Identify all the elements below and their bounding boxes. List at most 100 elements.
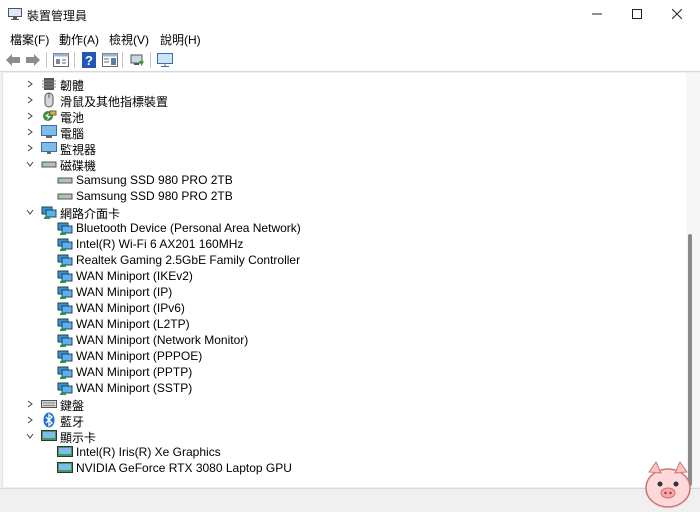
tree-item-label: Intel(R) Iris(R) Xe Graphics <box>76 445 221 459</box>
window-title: 裝置管理員 <box>27 9 88 23</box>
tree-item-label: Bluetooth Device (Personal Area Network) <box>76 221 301 235</box>
display-adapter-icon <box>57 446 73 457</box>
tree-item-label: WAN Miniport (PPPOE) <box>76 349 203 363</box>
title-bar: 裝置管理員 <box>0 0 700 28</box>
battery-icon <box>43 110 57 121</box>
menu-help[interactable]: 說明(H) <box>160 31 201 48</box>
update-driver-button[interactable] <box>128 51 146 69</box>
properties-button[interactable] <box>52 51 70 69</box>
tree-item-network-device[interactable]: WAN Miniport (PPPOE) <box>3 348 683 364</box>
properties-icon <box>53 53 69 67</box>
tree-item-network-device[interactable]: Intel(R) Wi-Fi 6 AX201 160MHz <box>3 236 683 252</box>
maximize-icon <box>632 9 642 19</box>
forward-button[interactable] <box>24 51 42 69</box>
tree-item-network-device[interactable]: WAN Miniport (PPTP) <box>3 364 683 380</box>
tree-item-disk[interactable]: Samsung SSD 980 PRO 2TB <box>3 188 683 204</box>
forward-arrow-icon <box>26 54 40 66</box>
tree-item-network-device[interactable]: WAN Miniport (L2TP) <box>3 316 683 332</box>
network-adapter-icon <box>41 206 57 219</box>
tree-item-batteries[interactable]: 電池 <box>3 108 683 125</box>
menu-bar: 檔案(F) 動作(A) 檢視(V) 說明(H) <box>0 28 700 48</box>
network-adapter-icon <box>57 350 73 363</box>
tree-item-monitors[interactable]: 監視器 <box>3 140 683 157</box>
tree-item-network-device[interactable]: WAN Miniport (IPv6) <box>3 300 683 316</box>
network-adapter-icon <box>57 302 73 315</box>
update-driver-icon <box>130 54 144 66</box>
tree-item-network-device[interactable]: WAN Miniport (Network Monitor) <box>3 332 683 348</box>
menu-file[interactable]: 檔案(F) <box>10 31 49 48</box>
menu-view[interactable]: 檢視(V) <box>109 31 149 48</box>
expand-chevron-icon[interactable] <box>25 142 35 154</box>
toolbar-separator <box>74 52 75 68</box>
tree-item-label: NVIDIA GeForce RTX 3080 Laptop GPU <box>76 461 292 475</box>
tree-item-network-device[interactable]: Realtek Gaming 2.5GbE Family Controller <box>3 252 683 268</box>
tree-item-disk[interactable]: Samsung SSD 980 PRO 2TB <box>3 172 683 188</box>
network-adapter-icon <box>57 334 73 347</box>
tree-item-network-device[interactable]: WAN Miniport (SSTP) <box>3 380 683 396</box>
expand-chevron-icon[interactable] <box>25 414 35 426</box>
network-adapter-icon <box>57 222 73 235</box>
computer-icon <box>41 125 57 138</box>
expand-chevron-icon[interactable] <box>25 126 35 138</box>
expand-chevron-icon[interactable] <box>25 94 35 106</box>
status-bar <box>0 488 700 512</box>
minimize-icon <box>592 13 602 15</box>
help-button[interactable]: ? <box>80 51 98 69</box>
close-icon <box>672 9 682 19</box>
collapse-chevron-icon[interactable] <box>25 158 35 170</box>
tree-item-computer[interactable]: 電腦 <box>3 124 683 141</box>
tree-item-disk-drives[interactable]: 磁碟機 <box>3 156 683 173</box>
tree-item-mice[interactable]: 滑鼠及其他指標裝置 <box>3 92 683 109</box>
monitor-icon <box>157 53 173 67</box>
tree-item-display-device[interactable]: Intel(R) Iris(R) Xe Graphics <box>3 444 683 460</box>
tree-item-label: WAN Miniport (IPv6) <box>76 301 185 315</box>
menu-action[interactable]: 動作(A) <box>59 31 99 48</box>
svg-text:?: ? <box>85 53 93 68</box>
tree-item-display-adapters[interactable]: 顯示卡 <box>3 428 683 445</box>
device-tree: 韌體 滑鼠及其他指標裝置 電池 電腦 監視器 磁碟機 Samsung SSD 9… <box>2 73 686 487</box>
network-adapter-icon <box>57 366 73 379</box>
back-button[interactable] <box>4 51 22 69</box>
toolbar-separator <box>46 52 47 68</box>
network-adapter-icon <box>57 270 73 283</box>
tree-item-display-device[interactable]: NVIDIA GeForce RTX 3080 Laptop GPU <box>3 460 683 476</box>
bluetooth-icon <box>43 412 55 428</box>
device-manager-icon <box>8 8 22 20</box>
tree-item-network-device[interactable]: Bluetooth Device (Personal Area Network) <box>3 220 683 236</box>
network-adapter-icon <box>57 382 73 395</box>
scan-hardware-button[interactable] <box>156 51 174 69</box>
tree-item-network-adapters[interactable]: 網路介面卡 <box>3 204 683 221</box>
scrollbar-thumb[interactable] <box>688 234 692 486</box>
expand-chevron-icon[interactable] <box>25 78 35 90</box>
collapse-chevron-icon[interactable] <box>25 430 35 442</box>
expand-chevron-icon[interactable] <box>25 398 35 410</box>
collapse-chevron-icon[interactable] <box>25 206 35 218</box>
show-hidden-icon <box>102 53 118 67</box>
expand-chevron-icon[interactable] <box>25 110 35 122</box>
back-arrow-icon <box>6 54 20 66</box>
tree-item-label: WAN Miniport (Network Monitor) <box>76 333 249 347</box>
tree-item-label: WAN Miniport (PPTP) <box>76 365 193 379</box>
toolbar: ? <box>0 48 700 72</box>
tree-item-firmware[interactable]: 韌體 <box>3 76 683 93</box>
disk-drive-icon <box>41 161 57 168</box>
close-button[interactable] <box>654 0 700 28</box>
network-adapter-icon <box>57 238 73 251</box>
tree-item-bluetooth[interactable]: 藍牙 <box>3 412 683 429</box>
show-hidden-button[interactable] <box>101 51 119 69</box>
tree-item-keyboards[interactable]: 鍵盤 <box>3 396 683 413</box>
network-adapter-icon <box>57 318 73 331</box>
display-adapter-icon <box>57 462 73 473</box>
tree-item-label: WAN Miniport (IKEv2) <box>76 269 193 283</box>
tree-item-label: Samsung SSD 980 PRO 2TB <box>76 189 233 203</box>
disk-drive-icon <box>57 177 73 184</box>
toolbar-separator <box>122 52 123 68</box>
tree-item-network-device[interactable]: WAN Miniport (IP) <box>3 284 683 300</box>
network-adapter-icon <box>57 286 73 299</box>
mouse-icon <box>44 92 54 108</box>
tree-item-label: Samsung SSD 980 PRO 2TB <box>76 173 233 187</box>
tree-item-label: WAN Miniport (SSTP) <box>76 381 193 395</box>
tree-item-network-device[interactable]: WAN Miniport (IKEv2) <box>3 268 683 284</box>
tree-item-label: Intel(R) Wi-Fi 6 AX201 160MHz <box>76 237 244 251</box>
display-adapter-icon <box>41 430 57 441</box>
